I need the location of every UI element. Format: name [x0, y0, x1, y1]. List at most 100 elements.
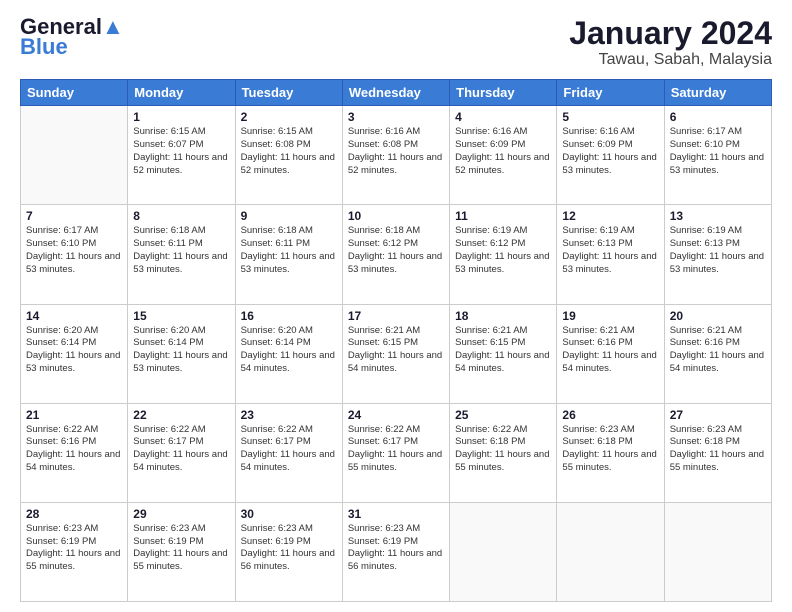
- day-info: Sunrise: 6:22 AM Sunset: 6:17 PM Dayligh…: [241, 424, 337, 475]
- day-info: Sunrise: 6:21 AM Sunset: 6:15 PM Dayligh…: [348, 325, 444, 376]
- day-cell: 4 Sunrise: 6:16 AM Sunset: 6:09 PM Daylig…: [450, 106, 557, 205]
- day-number: 25: [455, 408, 551, 422]
- day-number: 3: [348, 110, 444, 124]
- day-info: Sunrise: 6:15 AM Sunset: 6:07 PM Dayligh…: [133, 126, 229, 177]
- day-cell: [450, 502, 557, 601]
- calendar-title: January 2024: [569, 16, 772, 51]
- day-cell: 13Sunrise: 6:19 AM Sunset: 6:13 PM Dayli…: [664, 205, 771, 304]
- day-cell: 21Sunrise: 6:22 AM Sunset: 6:16 PM Dayli…: [21, 403, 128, 502]
- week-row-3: 21Sunrise: 6:22 AM Sunset: 6:16 PM Dayli…: [21, 403, 772, 502]
- day-info: Sunrise: 6:16 AM Sunset: 6:09 PM Dayligh…: [455, 126, 551, 177]
- day-number: 17: [348, 309, 444, 323]
- week-row-2: 14Sunrise: 6:20 AM Sunset: 6:14 PM Dayli…: [21, 304, 772, 403]
- day-info: Sunrise: 6:23 AM Sunset: 6:19 PM Dayligh…: [26, 523, 122, 574]
- day-info: Sunrise: 6:20 AM Sunset: 6:14 PM Dayligh…: [133, 325, 229, 376]
- day-number: 2: [241, 110, 337, 124]
- day-number: 8: [133, 209, 229, 223]
- col-thursday: Thursday: [450, 80, 557, 106]
- title-area: January 2024 Tawau, Sabah, Malaysia: [569, 16, 772, 69]
- day-cell: 18 Sunrise: 6:21 AM Sunset: 6:15 PM Dayli…: [450, 304, 557, 403]
- day-cell: 3 Sunrise: 6:16 AM Sunset: 6:08 PM Daylig…: [342, 106, 449, 205]
- day-cell: 15 Sunrise: 6:20 AM Sunset: 6:14 PM Dayli…: [128, 304, 235, 403]
- day-cell: 20Sunrise: 6:21 AM Sunset: 6:16 PM Dayli…: [664, 304, 771, 403]
- day-number: 15: [133, 309, 229, 323]
- day-number: 7: [26, 209, 122, 223]
- day-cell: 8 Sunrise: 6:18 AM Sunset: 6:11 PM Daylig…: [128, 205, 235, 304]
- day-info: Sunrise: 6:21 AM Sunset: 6:15 PM Dayligh…: [455, 325, 551, 376]
- day-info: Sunrise: 6:17 AM Sunset: 6:10 PM Dayligh…: [670, 126, 766, 177]
- day-number: 27: [670, 408, 766, 422]
- week-row-4: 28 Sunrise: 6:23 AM Sunset: 6:19 PM Dayli…: [21, 502, 772, 601]
- day-cell: 23 Sunrise: 6:22 AM Sunset: 6:17 PM Dayli…: [235, 403, 342, 502]
- col-sunday: Sunday: [21, 80, 128, 106]
- day-cell: 24Sunrise: 6:22 AM Sunset: 6:17 PM Dayli…: [342, 403, 449, 502]
- day-cell: 1 Sunrise: 6:15 AM Sunset: 6:07 PM Daylig…: [128, 106, 235, 205]
- day-info: Sunrise: 6:23 AM Sunset: 6:18 PM Dayligh…: [670, 424, 766, 475]
- day-info: Sunrise: 6:23 AM Sunset: 6:18 PM Dayligh…: [562, 424, 658, 475]
- day-info: Sunrise: 6:19 AM Sunset: 6:12 PM Dayligh…: [455, 225, 551, 276]
- calendar-table: Sunday Monday Tuesday Wednesday Thursday…: [20, 79, 772, 602]
- day-cell: 12Sunrise: 6:19 AM Sunset: 6:13 PM Dayli…: [557, 205, 664, 304]
- day-info: Sunrise: 6:15 AM Sunset: 6:08 PM Dayligh…: [241, 126, 337, 177]
- day-info: Sunrise: 6:23 AM Sunset: 6:19 PM Dayligh…: [241, 523, 337, 574]
- day-cell: 11 Sunrise: 6:19 AM Sunset: 6:12 PM Dayli…: [450, 205, 557, 304]
- day-number: 28: [26, 507, 122, 521]
- day-number: 6: [670, 110, 766, 124]
- day-cell: 22Sunrise: 6:22 AM Sunset: 6:17 PM Dayli…: [128, 403, 235, 502]
- day-number: 23: [241, 408, 337, 422]
- day-number: 18: [455, 309, 551, 323]
- day-info: Sunrise: 6:18 AM Sunset: 6:11 PM Dayligh…: [133, 225, 229, 276]
- day-info: Sunrise: 6:21 AM Sunset: 6:16 PM Dayligh…: [670, 325, 766, 376]
- col-tuesday: Tuesday: [235, 80, 342, 106]
- day-number: 22: [133, 408, 229, 422]
- day-number: 21: [26, 408, 122, 422]
- day-number: 29: [133, 507, 229, 521]
- day-number: 19: [562, 309, 658, 323]
- day-info: Sunrise: 6:21 AM Sunset: 6:16 PM Dayligh…: [562, 325, 658, 376]
- day-number: 24: [348, 408, 444, 422]
- day-number: 1: [133, 110, 229, 124]
- day-number: 16: [241, 309, 337, 323]
- day-cell: 28 Sunrise: 6:23 AM Sunset: 6:19 PM Dayli…: [21, 502, 128, 601]
- day-cell: 2 Sunrise: 6:15 AM Sunset: 6:08 PM Daylig…: [235, 106, 342, 205]
- day-cell: [664, 502, 771, 601]
- day-number: 5: [562, 110, 658, 124]
- col-wednesday: Wednesday: [342, 80, 449, 106]
- day-info: Sunrise: 6:16 AM Sunset: 6:08 PM Dayligh…: [348, 126, 444, 177]
- logo-blue: Blue: [20, 34, 68, 60]
- page: General▲ Blue January 2024 Tawau, Sabah,…: [0, 0, 792, 612]
- logo: General▲ Blue: [20, 16, 124, 60]
- day-cell: 26Sunrise: 6:23 AM Sunset: 6:18 PM Dayli…: [557, 403, 664, 502]
- day-number: 11: [455, 209, 551, 223]
- col-monday: Monday: [128, 80, 235, 106]
- day-info: Sunrise: 6:19 AM Sunset: 6:13 PM Dayligh…: [562, 225, 658, 276]
- day-number: 10: [348, 209, 444, 223]
- day-cell: 9 Sunrise: 6:18 AM Sunset: 6:11 PM Daylig…: [235, 205, 342, 304]
- day-number: 13: [670, 209, 766, 223]
- day-cell: 6 Sunrise: 6:17 AM Sunset: 6:10 PM Daylig…: [664, 106, 771, 205]
- day-info: Sunrise: 6:20 AM Sunset: 6:14 PM Dayligh…: [26, 325, 122, 376]
- day-info: Sunrise: 6:17 AM Sunset: 6:10 PM Dayligh…: [26, 225, 122, 276]
- day-cell: 17 Sunrise: 6:21 AM Sunset: 6:15 PM Dayli…: [342, 304, 449, 403]
- header: General▲ Blue January 2024 Tawau, Sabah,…: [20, 16, 772, 69]
- day-number: 9: [241, 209, 337, 223]
- col-friday: Friday: [557, 80, 664, 106]
- day-cell: [21, 106, 128, 205]
- header-row: Sunday Monday Tuesday Wednesday Thursday…: [21, 80, 772, 106]
- day-number: 4: [455, 110, 551, 124]
- day-cell: 30 Sunrise: 6:23 AM Sunset: 6:19 PM Dayli…: [235, 502, 342, 601]
- day-cell: 10Sunrise: 6:18 AM Sunset: 6:12 PM Dayli…: [342, 205, 449, 304]
- day-cell: 19 Sunrise: 6:21 AM Sunset: 6:16 PM Dayli…: [557, 304, 664, 403]
- day-info: Sunrise: 6:16 AM Sunset: 6:09 PM Dayligh…: [562, 126, 658, 177]
- day-number: 31: [348, 507, 444, 521]
- day-cell: 7 Sunrise: 6:17 AM Sunset: 6:10 PM Daylig…: [21, 205, 128, 304]
- day-cell: [557, 502, 664, 601]
- day-cell: 29Sunrise: 6:23 AM Sunset: 6:19 PM Dayli…: [128, 502, 235, 601]
- day-cell: 27 Sunrise: 6:23 AM Sunset: 6:18 PM Dayli…: [664, 403, 771, 502]
- day-info: Sunrise: 6:23 AM Sunset: 6:19 PM Dayligh…: [348, 523, 444, 574]
- day-cell: 31 Sunrise: 6:23 AM Sunset: 6:19 PM Dayli…: [342, 502, 449, 601]
- day-info: Sunrise: 6:18 AM Sunset: 6:11 PM Dayligh…: [241, 225, 337, 276]
- day-number: 30: [241, 507, 337, 521]
- day-cell: 5 Sunrise: 6:16 AM Sunset: 6:09 PM Daylig…: [557, 106, 664, 205]
- day-info: Sunrise: 6:22 AM Sunset: 6:18 PM Dayligh…: [455, 424, 551, 475]
